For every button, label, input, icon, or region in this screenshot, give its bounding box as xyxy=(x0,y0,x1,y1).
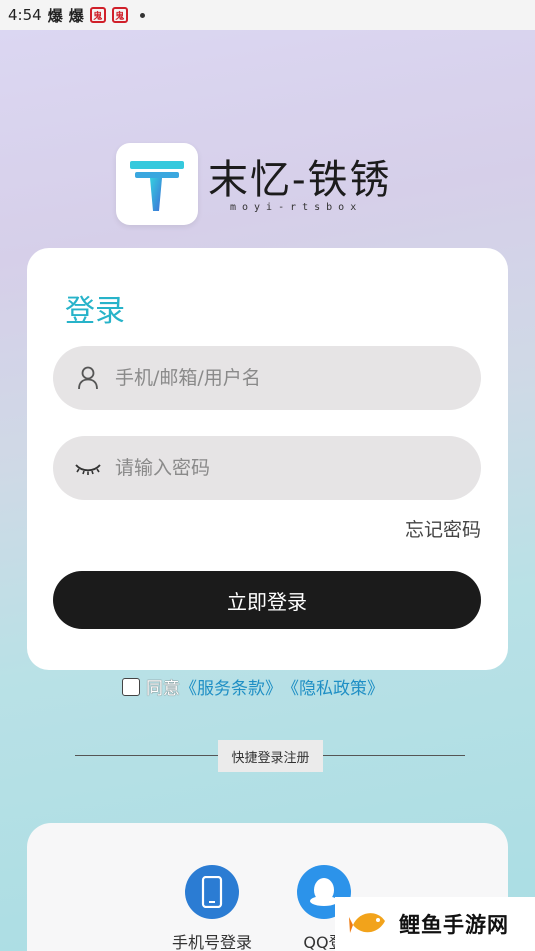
brand-subtitle: moyi-rtsbox xyxy=(230,201,363,213)
phone-login-option[interactable]: 手机号登录 xyxy=(172,865,252,951)
username-field[interactable] xyxy=(53,346,481,410)
notification-icon-2: 爆 xyxy=(68,6,84,25)
brand-header: 末忆-铁锈 moyi-rtsbox xyxy=(116,143,392,225)
app-logo xyxy=(116,143,198,225)
quick-login-label: 快捷登录注册 xyxy=(218,740,323,772)
eye-closed-icon[interactable] xyxy=(75,455,101,481)
app-badge-icon-1: 鬼 xyxy=(89,7,106,23)
status-bar: 4:54 爆 爆 鬼 鬼 xyxy=(0,0,535,30)
phone-login-label: 手机号登录 xyxy=(172,933,253,951)
fish-logo-icon xyxy=(349,913,385,933)
login-button[interactable]: 立即登录 xyxy=(53,571,481,629)
divider-left xyxy=(75,755,218,756)
brand-name: 末忆-铁锈 xyxy=(208,156,392,203)
app-badge-icon-2: 鬼 xyxy=(111,7,128,23)
agree-prefix: 同意 xyxy=(146,679,180,699)
agree-checkbox[interactable] xyxy=(122,677,140,696)
username-input[interactable] xyxy=(115,367,435,389)
password-field[interactable] xyxy=(53,436,481,500)
site-watermark: 鲤鱼手游网 xyxy=(335,897,535,951)
more-notifications-dot-icon xyxy=(139,12,145,18)
forgot-password-link[interactable]: 忘记密码 xyxy=(405,515,481,542)
privacy-policy-link[interactable]: 《隐私政策》 xyxy=(282,674,384,699)
status-time: 4:54 xyxy=(8,6,42,24)
phone-icon xyxy=(185,865,239,919)
watermark-text: 鲤鱼手游网 xyxy=(399,913,509,937)
agreement-row: 同意 《服务条款》 《隐私政策》 xyxy=(122,674,384,699)
terms-of-service-link[interactable]: 《服务条款》 xyxy=(180,674,282,699)
user-icon xyxy=(75,365,101,391)
notification-icon-1: 爆 xyxy=(47,6,63,25)
t-logo-icon xyxy=(130,161,184,211)
login-card: 登录 忘记密码 立即登录 xyxy=(27,248,508,670)
divider-right xyxy=(323,755,465,756)
login-title: 登录 xyxy=(65,294,125,329)
password-input[interactable] xyxy=(115,457,435,479)
